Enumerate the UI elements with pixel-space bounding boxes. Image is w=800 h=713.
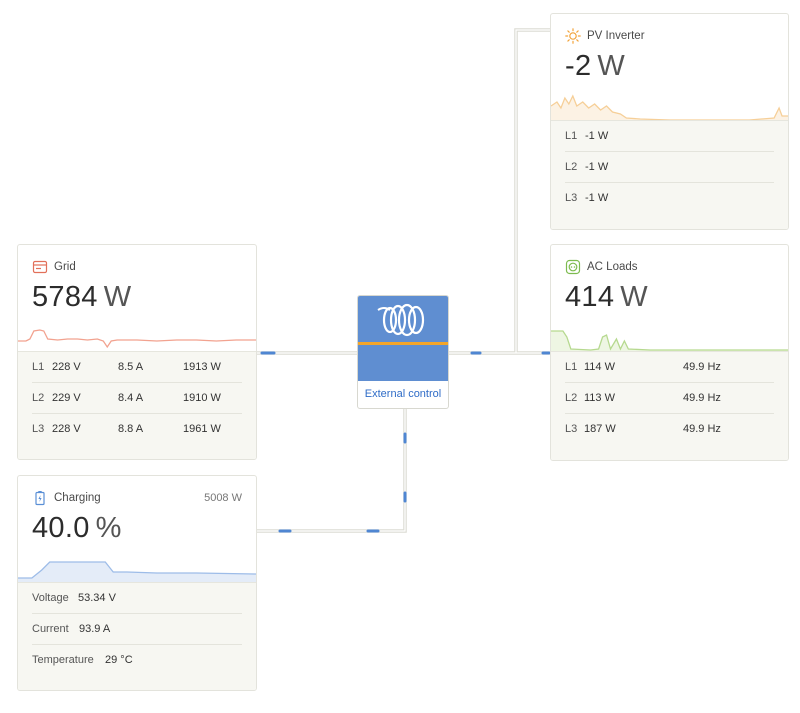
grid-phase-row: L2 229 V 8.4 A 1910 W: [32, 383, 242, 414]
ac-loads-sparkline: [551, 330, 788, 353]
phase-frequency: 49.9 Hz: [683, 392, 721, 404]
phase-power: 187 W: [584, 423, 616, 435]
pv-sparkline: [551, 94, 788, 122]
phase-label: L3: [565, 192, 578, 204]
logo-panel-lower: [358, 345, 448, 381]
phase-frequency: 49.9 Hz: [683, 361, 721, 373]
grid-power-unit: W: [103, 281, 132, 313]
ac-loads-phase-row: L2 113 W 49.9 Hz: [565, 383, 774, 414]
battery-detail-row: Current 93.9 A: [32, 614, 242, 645]
ac-loads-phase-list: L1 114 W 49.9 Hz L2 113 W 49.9 Hz L3 187…: [551, 351, 788, 460]
phase-label: L2: [32, 392, 45, 404]
grid-phase-list: L1 228 V 8.5 A 1913 W L2 229 V 8.4 A 191…: [18, 351, 256, 459]
detail-value: 29 °C: [105, 654, 133, 666]
logo-panel: [358, 296, 448, 342]
battery-title: Charging: [54, 492, 101, 504]
battery-sparkline: [18, 561, 256, 584]
battery-detail-row: Temperature 29 °C: [32, 645, 242, 675]
pv-phase-list: L1 -1 W L2 -1 W L3 -1 W: [551, 120, 788, 229]
phase-label: L2: [565, 161, 578, 173]
phase-voltage: 228 V: [52, 423, 81, 435]
detail-label: Voltage: [32, 592, 69, 604]
inverter-charger-tile[interactable]: External control: [357, 295, 449, 409]
ac-loads-power-unit: W: [620, 281, 648, 313]
phase-power: 113 W: [584, 392, 615, 404]
detail-value: 93.9 A: [79, 623, 111, 635]
phase-power: 114 W: [584, 361, 615, 373]
phase-frequency: 49.9 Hz: [683, 423, 721, 435]
phase-voltage: 228 V: [52, 361, 81, 373]
phase-label: L3: [32, 423, 45, 435]
ac-loads-title: AC Loads: [587, 261, 638, 273]
grid-phase-row: L3 228 V 8.8 A 1961 W: [32, 414, 242, 444]
pv-inverter-card[interactable]: PV Inverter -2 W L1 -1 W L2 -1 W L3 -1 W: [550, 13, 789, 230]
phase-label: L1: [32, 361, 45, 373]
pv-power-unit: W: [597, 50, 626, 82]
grid-card[interactable]: Grid 5784 W L1 228 V 8.5 A 1913 W L2 229 …: [17, 244, 257, 460]
grid-phase-row: L1 228 V 8.5 A 1913 W: [32, 352, 242, 383]
battery-detail-row: Voltage 53.34 V: [32, 583, 242, 614]
ac-loads-power: 414 W: [565, 281, 648, 314]
phase-current: 8.5 A: [118, 361, 144, 373]
sun-icon: [565, 28, 581, 44]
battery-soc-unit: %: [95, 512, 122, 544]
pv-phase-row: L1 -1 W: [565, 121, 774, 152]
phase-label: L1: [565, 361, 578, 373]
phase-current: 8.4 A: [118, 392, 144, 404]
pv-power-value: -2: [565, 50, 592, 82]
pv-phase-row: L2 -1 W: [565, 152, 774, 183]
phase-label: L3: [565, 423, 578, 435]
pv-power: -2 W: [565, 50, 625, 83]
battery-soc: 40.0%: [32, 512, 122, 545]
outlet-icon: [565, 259, 581, 275]
detail-value: 53.34 V: [78, 592, 116, 604]
ac-loads-power-value: 414: [565, 281, 615, 313]
wire-battery: [256, 409, 407, 533]
phase-voltage: 229 V: [52, 392, 81, 404]
phase-power: 1910 W: [183, 392, 221, 404]
ac-loads-phase-row: L3 187 W 49.9 Hz: [565, 414, 774, 444]
energy-flow-overview: Grid 5784 W L1 228 V 8.5 A 1913 W L2 229 …: [0, 0, 800, 713]
phase-power: -1 W: [585, 130, 609, 142]
grid-power: 5784 W: [32, 281, 131, 314]
wire-pv: [514, 28, 550, 353]
phase-power: -1 W: [585, 192, 609, 204]
battery-charging-icon: [35, 491, 45, 506]
pv-title: PV Inverter: [587, 30, 645, 42]
inverter-mode-label: External control: [364, 388, 442, 400]
phase-power: 1961 W: [183, 423, 221, 435]
grid-meter-icon: [32, 260, 48, 274]
phase-current: 8.8 A: [118, 423, 144, 435]
battery-power: 5008 W: [204, 492, 242, 504]
phase-power: 1913 W: [183, 361, 221, 373]
victron-logo-icon: [377, 303, 425, 337]
phase-label: L1: [565, 130, 578, 142]
phase-label: L2: [565, 392, 578, 404]
ac-loads-phase-row: L1 114 W 49.9 Hz: [565, 352, 774, 383]
pv-phase-row: L3 -1 W: [565, 183, 774, 213]
detail-label: Temperature: [32, 654, 94, 666]
grid-power-value: 5784: [32, 281, 98, 313]
detail-label: Current: [32, 623, 69, 635]
grid-title: Grid: [54, 261, 76, 273]
phase-power: -1 W: [585, 161, 609, 173]
battery-card[interactable]: Charging 5008 W 40.0% Voltage 53.34 V Cu…: [17, 475, 257, 691]
grid-sparkline: [18, 329, 256, 349]
battery-detail-list: Voltage 53.34 V Current 93.9 A Temperatu…: [18, 582, 256, 690]
ac-loads-card[interactable]: AC Loads 414 W L1 114 W 49.9 Hz L2 113 W …: [550, 244, 789, 461]
battery-soc-value: 40.0: [32, 512, 90, 544]
